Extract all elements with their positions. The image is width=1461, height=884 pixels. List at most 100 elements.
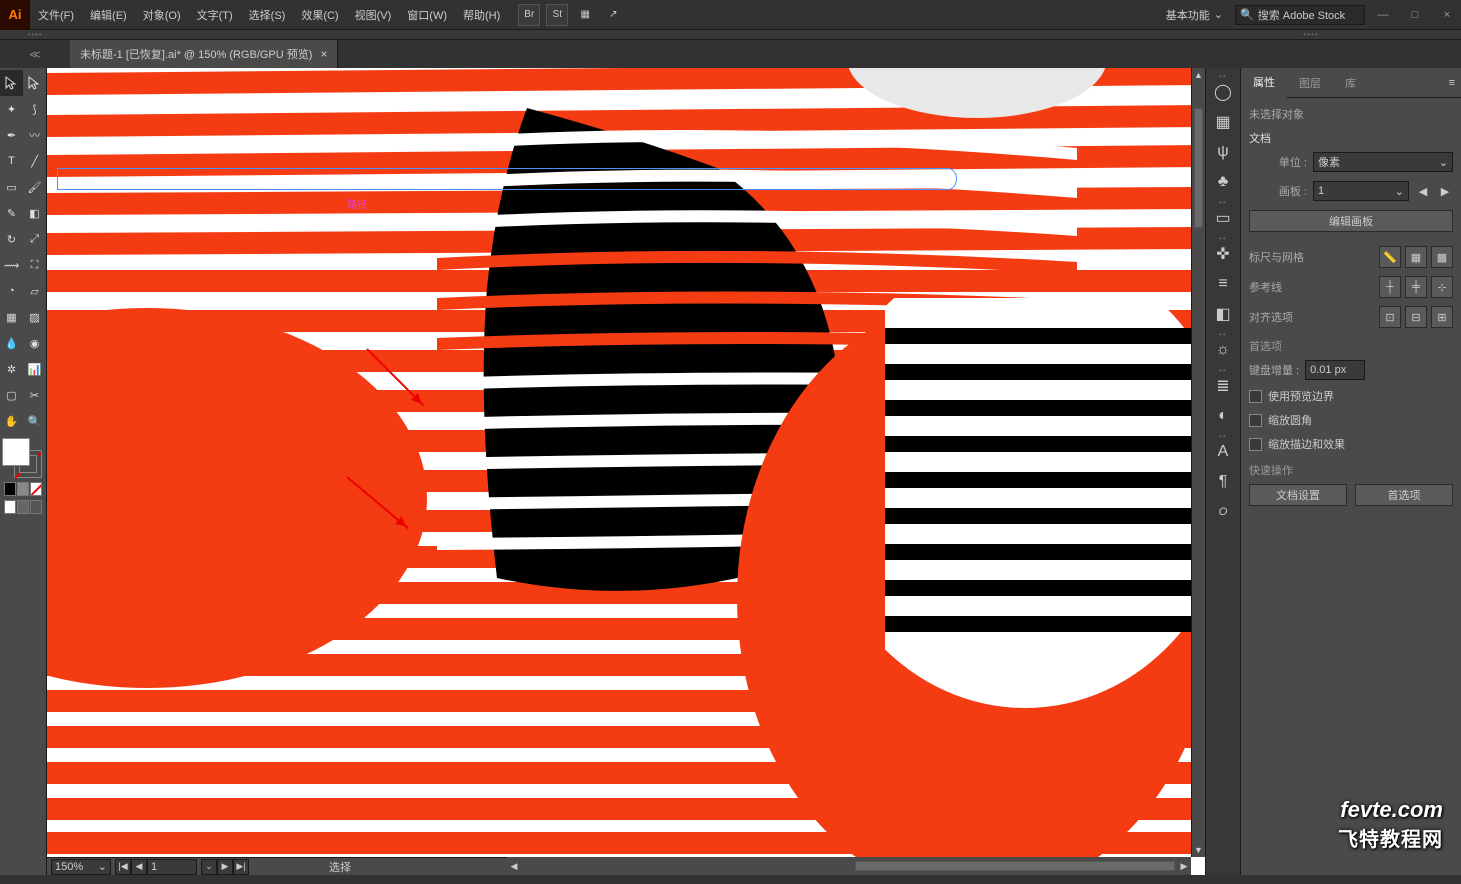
- gradient-tool[interactable]: ▨: [23, 304, 46, 330]
- panel-drag-handle-right[interactable]: ••••: [1161, 30, 1461, 39]
- gradient-mode-swatch[interactable]: [17, 482, 29, 496]
- units-select[interactable]: 像素⌄: [1313, 152, 1453, 172]
- align-panel-icon[interactable]: ≡: [1209, 270, 1237, 298]
- selection-tool[interactable]: [0, 70, 23, 96]
- character-panel-icon[interactable]: A: [1209, 438, 1237, 466]
- scroll-right-icon[interactable]: ▶: [1177, 859, 1191, 873]
- horizontal-scroll-thumb[interactable]: [855, 861, 1175, 871]
- control-panel-collapsed[interactable]: •••• ••••: [0, 30, 1461, 40]
- artboard-tool[interactable]: ▢: [0, 382, 23, 408]
- pathfinder-panel-icon[interactable]: ◧: [1209, 300, 1237, 328]
- vertical-scroll-thumb[interactable]: [1194, 108, 1203, 228]
- curvature-tool[interactable]: 〰: [23, 122, 46, 148]
- mesh-tool[interactable]: ▦: [0, 304, 23, 330]
- magic-wand-tool[interactable]: ✦: [0, 96, 23, 122]
- workspace-switcher[interactable]: 基本功能 ⌄: [1158, 4, 1231, 26]
- horizontal-scrollbar[interactable]: ◀ ▶: [507, 857, 1191, 875]
- key-increment-input[interactable]: 0.01 px: [1305, 360, 1365, 380]
- arrange-icon[interactable]: ▦: [574, 4, 596, 26]
- draw-inside-icon[interactable]: [30, 500, 42, 514]
- window-maximize[interactable]: □: [1401, 5, 1429, 25]
- draw-normal-icon[interactable]: [4, 500, 16, 514]
- artboard-select[interactable]: 1⌄: [1313, 181, 1409, 201]
- dock-handle[interactable]: ••: [1209, 330, 1237, 334]
- gpu-icon[interactable]: ↗: [602, 4, 624, 26]
- grid-icon[interactable]: ▦: [1405, 246, 1427, 268]
- next-artboard-button[interactable]: ▶: [1437, 180, 1453, 202]
- preferences-button[interactable]: 首选项: [1355, 484, 1453, 506]
- tab-properties[interactable]: 属性: [1241, 68, 1287, 98]
- close-tab-icon[interactable]: ×: [320, 47, 327, 61]
- first-artboard-icon[interactable]: |◀: [115, 859, 131, 875]
- snap-grid-icon[interactable]: ⊞: [1431, 306, 1453, 328]
- scroll-left-icon[interactable]: ◀: [507, 859, 521, 873]
- paragraph-panel-icon[interactable]: ¶: [1209, 468, 1237, 496]
- opentype-panel-icon[interactable]: O: [1209, 498, 1237, 526]
- edit-artboards-button[interactable]: 编辑画板: [1249, 210, 1453, 232]
- eraser-tool[interactable]: ◧: [23, 200, 46, 226]
- gradient-panel-icon[interactable]: ◐: [1209, 402, 1237, 430]
- stroke-panel-icon[interactable]: ▭: [1209, 204, 1237, 232]
- line-tool[interactable]: ╱: [23, 148, 46, 174]
- show-guides-icon[interactable]: ┼: [1379, 276, 1401, 298]
- prev-artboard-icon[interactable]: ◀: [131, 859, 147, 875]
- brushes-panel-icon[interactable]: ψ: [1209, 138, 1237, 166]
- symbols-panel-icon[interactable]: ♣: [1209, 168, 1237, 196]
- shape-builder-tool[interactable]: ◔: [0, 278, 23, 304]
- document-tab[interactable]: 未标题-1 [已恢复].ai* @ 150% (RGB/GPU 预览) ×: [70, 40, 338, 68]
- fill-swatch[interactable]: [2, 438, 30, 466]
- type-tool[interactable]: T: [0, 148, 23, 174]
- vertical-scrollbar[interactable]: ▲ ▼: [1191, 68, 1205, 857]
- swatches-panel-icon[interactable]: ▦: [1209, 108, 1237, 136]
- shaper-tool[interactable]: ✎: [0, 200, 23, 226]
- menu-help[interactable]: 帮助(H): [455, 0, 508, 30]
- scroll-up-icon[interactable]: ▲: [1192, 68, 1205, 82]
- menu-window[interactable]: 窗口(W): [399, 0, 455, 30]
- last-artboard-icon[interactable]: ▶|: [233, 859, 249, 875]
- menu-file[interactable]: 文件(F): [30, 0, 82, 30]
- scale-tool[interactable]: ⤢: [23, 226, 46, 252]
- next-artboard-icon[interactable]: ▶: [217, 859, 233, 875]
- pen-tool[interactable]: ✒: [0, 122, 23, 148]
- prev-artboard-button[interactable]: ◀: [1415, 180, 1431, 202]
- slice-tool[interactable]: ✂: [23, 382, 46, 408]
- rotate-tool[interactable]: ↻: [0, 226, 23, 252]
- artboard-dropdown-icon[interactable]: ⌄: [201, 859, 217, 875]
- menu-type[interactable]: 文字(T): [189, 0, 241, 30]
- panel-drag-handle[interactable]: ••••: [0, 30, 70, 39]
- menu-object[interactable]: 对象(O): [135, 0, 189, 30]
- document-setup-button[interactable]: 文档设置: [1249, 484, 1347, 506]
- rectangle-tool[interactable]: ▭: [0, 174, 23, 200]
- transparency-grid-icon[interactable]: ▩: [1431, 246, 1453, 268]
- scroll-down-icon[interactable]: ▼: [1192, 843, 1205, 857]
- canvas[interactable]: 路径 ▲ ▼ 150%⌄ |◀ ◀ 1 ⌄ ▶ ▶| 选择 ◀: [47, 68, 1205, 875]
- zoom-tool[interactable]: 🔍: [23, 408, 46, 434]
- menu-select[interactable]: 选择(S): [241, 0, 294, 30]
- blend-tool[interactable]: ◉: [23, 330, 46, 356]
- bridge-icon[interactable]: Br: [518, 4, 540, 26]
- panel-menu-icon[interactable]: ≡: [1443, 68, 1461, 97]
- dock-handle[interactable]: ••: [1209, 432, 1237, 436]
- graph-tool[interactable]: 📊: [23, 356, 46, 382]
- toolbox-collapse-icon[interactable]: ≪: [0, 48, 70, 61]
- fill-stroke-swatch[interactable]: [2, 438, 42, 478]
- smart-guides-icon[interactable]: ⊹: [1431, 276, 1453, 298]
- stock-icon[interactable]: St: [546, 4, 568, 26]
- ruler-icon[interactable]: 📏: [1379, 246, 1401, 268]
- free-transform-tool[interactable]: ⛶: [23, 252, 46, 278]
- width-tool[interactable]: ⟿: [0, 252, 23, 278]
- snap-pixel-icon[interactable]: ⊡: [1379, 306, 1401, 328]
- lasso-tool[interactable]: ⟆: [23, 96, 46, 122]
- draw-behind-icon[interactable]: [17, 500, 29, 514]
- appearance-panel-icon[interactable]: ☼: [1209, 336, 1237, 364]
- perspective-tool[interactable]: ▱: [23, 278, 46, 304]
- window-close[interactable]: ×: [1433, 5, 1461, 25]
- transform-panel-icon[interactable]: ✜: [1209, 240, 1237, 268]
- dock-handle[interactable]: ••: [1209, 198, 1237, 202]
- symbol-sprayer-tool[interactable]: ✲: [0, 356, 23, 382]
- color-mode-swatch[interactable]: [4, 482, 16, 496]
- stock-search[interactable]: 🔍 搜索 Adobe Stock: [1235, 5, 1365, 25]
- dock-handle[interactable]: ••: [1209, 234, 1237, 238]
- menu-view[interactable]: 视图(V): [347, 0, 400, 30]
- zoom-level[interactable]: 150%⌄: [51, 859, 111, 875]
